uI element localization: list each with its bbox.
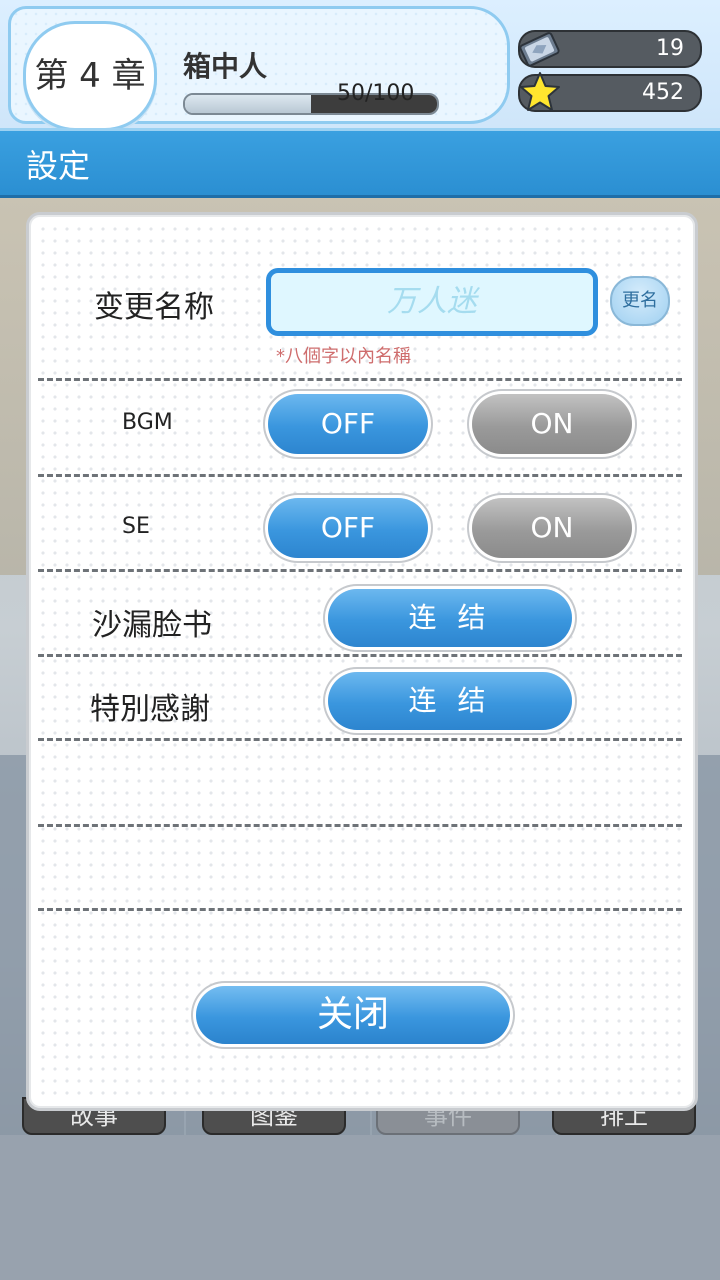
name-input[interactable]: 万人迷 [266,268,598,336]
divider [38,474,682,477]
star-counter: 452 [518,72,702,112]
gem-count: 19 [656,36,684,61]
bgm-on-button[interactable]: ON [472,394,632,454]
bgm-label: BGM [122,410,173,435]
divider [38,569,682,572]
gem-counter: 19 [518,30,702,68]
divider [38,738,682,741]
chapter-panel[interactable]: 第 4 章 箱中人 50/100 [8,6,510,131]
divider [38,378,682,381]
close-button[interactable]: 关闭 [196,986,510,1044]
gem-card-icon [519,32,560,67]
facebook-link-button[interactable]: 连 结 [328,589,572,647]
name-length-hint: *八個字以內名稱 [276,346,411,367]
chapter-title: 箱中人 [183,50,268,83]
divider [38,908,682,911]
page-title: 設定 [26,147,91,185]
top-hud: 第 4 章 箱中人 50/100 19 452 [0,0,720,131]
progress-text: 50/100 [337,81,415,106]
settings-title-bar: 設定 [0,128,720,198]
progress-fill [185,95,311,113]
star-icon [520,72,560,111]
rename-button[interactable]: 更名 [610,276,670,326]
lower-area [0,1135,720,1280]
rename-label: 变更名称 [94,290,214,325]
thanks-label: 特別感謝 [90,692,210,727]
star-count: 452 [642,80,684,105]
divider [38,654,682,657]
se-label: SE [122,514,150,539]
divider [38,824,682,827]
facebook-label: 沙漏脸书 [92,608,212,643]
thanks-link-button[interactable]: 连 结 [328,672,572,730]
se-on-button[interactable]: ON [472,498,632,558]
chapter-badge: 第 4 章 [23,21,157,131]
bgm-off-button[interactable]: OFF [268,394,428,454]
se-off-button[interactable]: OFF [268,498,428,558]
